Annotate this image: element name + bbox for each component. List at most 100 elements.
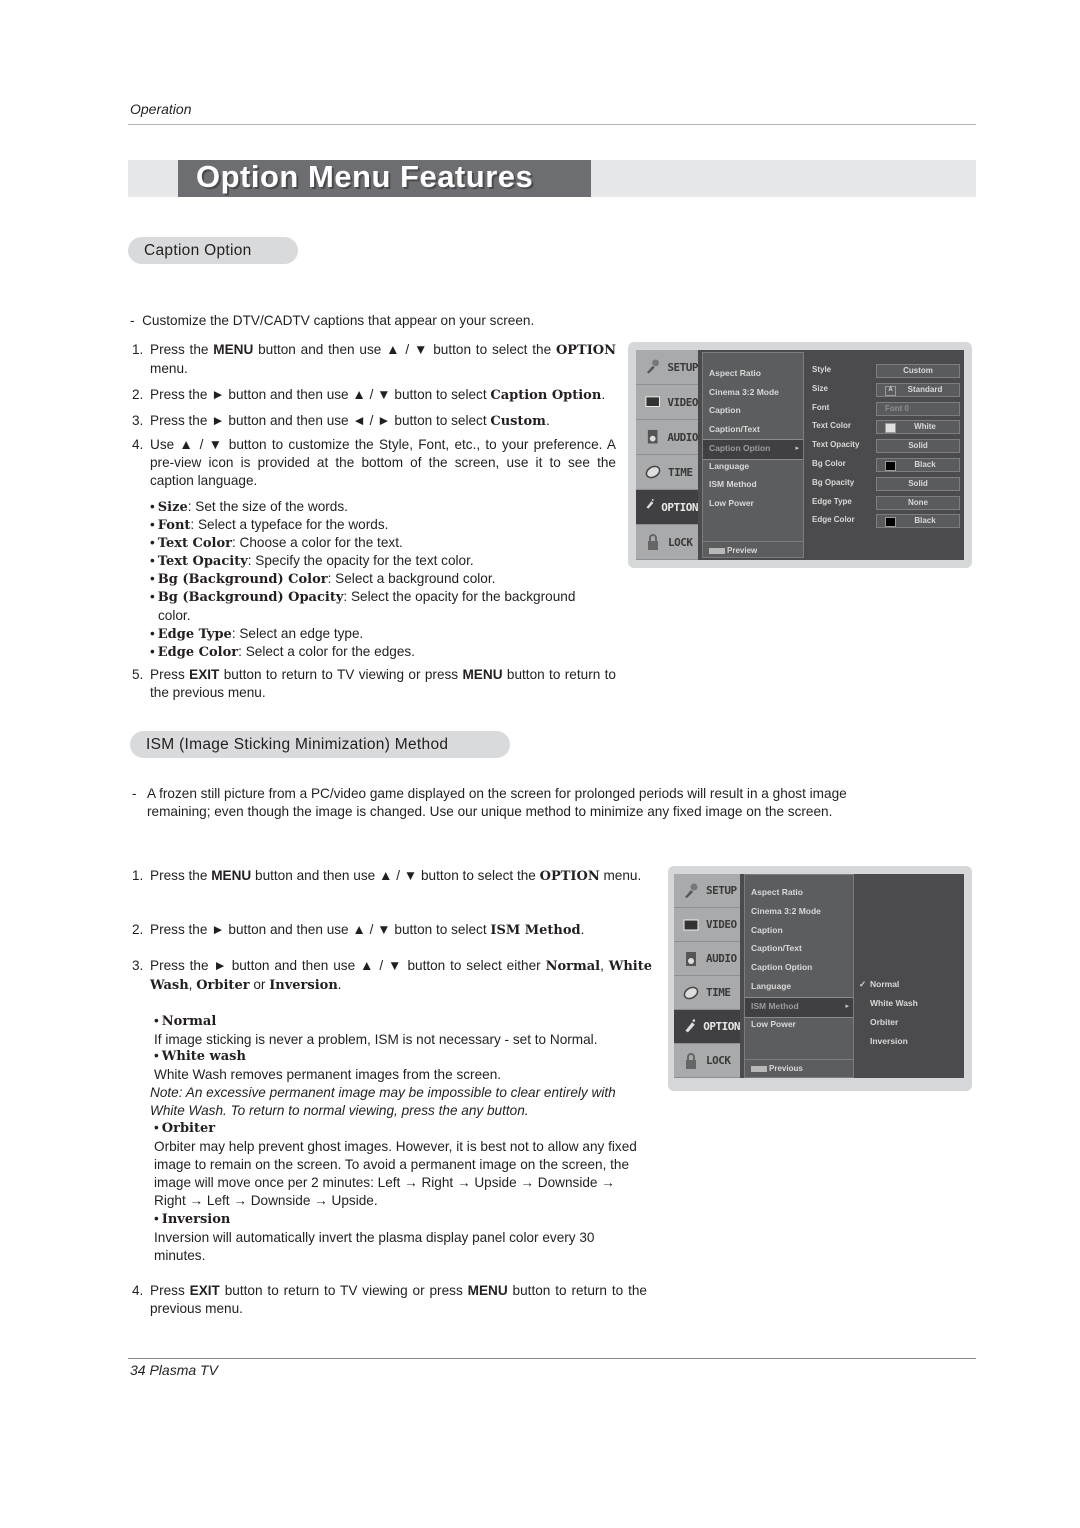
bullet-term: Font [157, 518, 191, 533]
step-text-part: button and then use ▲ / ▼ button to sele… [253, 342, 556, 357]
ism-intro-text: A frozen still picture from a PC/video g… [147, 786, 847, 819]
tv-sidebar-item-audio[interactable]: AUDIO [674, 942, 740, 976]
tv-ism-option[interactable]: Inversion [870, 1036, 908, 1046]
ism-mode-desc: White Wash removes permanent images from… [154, 1067, 502, 1082]
color-swatch [885, 461, 896, 471]
tv-preview-button[interactable]: Preview [703, 541, 803, 559]
tv-sidebar-item-time[interactable]: TIME [636, 455, 698, 490]
tv-setting-value[interactable]: Black [876, 514, 960, 529]
tv-caption-settings: Style Custom Size A Standard Font Font 0 Text C… [806, 350, 964, 560]
step-text: Press the ► button and then use ▲ / ▼ bu… [150, 957, 652, 995]
tv-menu-item[interactable]: Language [751, 981, 791, 991]
step-item: 4. Press EXIT button to return to TV view… [132, 1282, 647, 1318]
tv-sidebar-item-time[interactable]: TIME [674, 976, 740, 1010]
tv-setting-value[interactable]: Black [876, 458, 960, 472]
tv-ism-option[interactable]: White Wash [870, 998, 918, 1008]
tv-menu-item[interactable]: Cinema 3:2 Mode [709, 387, 779, 397]
bullet-item: • Bg (Background) Opacity: Select the opa… [150, 588, 608, 625]
tv-sidebar-label: LOCK [706, 1054, 731, 1067]
tv-menu-item[interactable]: ISM Method [709, 479, 757, 489]
tv-sidebar-item-video[interactable]: VIDEO [674, 908, 740, 942]
tv-menu-item[interactable]: Low Power [751, 1019, 796, 1029]
bullet-item: • Font: Select a typeface for the words. [150, 516, 600, 535]
tv-sidebar-item-audio[interactable]: AUDIO [636, 420, 698, 455]
tv-menu-item[interactable]: Caption [751, 925, 783, 935]
tv-sidebar-item-option[interactable]: OPTION [674, 1010, 740, 1044]
bullet-dot: • [150, 517, 155, 532]
step-text-part: . [337, 977, 342, 992]
tv-menu-item[interactable]: Low Power [709, 498, 754, 508]
step-text-part: menu. [150, 361, 188, 376]
tv-setting-label: Style [812, 365, 832, 374]
tv-setting-value[interactable]: Solid [876, 439, 960, 454]
tv-setting-label: Size [812, 383, 829, 393]
tv-sidebar-item-lock[interactable]: LOCK [636, 525, 698, 560]
tv-sidebar-item-setup[interactable]: SETUP [636, 350, 698, 385]
ism-mode-note: Note: An excessive permanent image may b… [150, 1085, 616, 1118]
ism-mode-term: • Normal [154, 1012, 649, 1031]
tv-ism-option[interactable]: Orbiter [870, 1017, 898, 1027]
step-text-part: Press the ► button and then use ▲ / ▼ bu… [150, 958, 546, 973]
step-item: 3. Press the ► button and then use ◄ / ► … [132, 412, 616, 431]
step-text: Press the ► button and then use ▲ / ▼ bu… [150, 921, 652, 940]
time-icon [682, 984, 700, 1002]
step-text: Use ▲ / ▼ button to customize the Style,… [150, 437, 616, 488]
tv-sidebar-item-option[interactable]: OPTION [636, 490, 698, 525]
tv-preview-label: Previous [769, 1064, 803, 1073]
bullet-desc: : Select a typeface for the words. [190, 517, 389, 532]
tv-menu-item-selected[interactable]: Caption Option ▸ [703, 439, 803, 460]
bullet-dot: • [150, 626, 155, 641]
step-text-part: Press the ► button and then use ▲ / ▼ bu… [150, 922, 491, 937]
caption-intro: - Customize the DTV/CADTV captions that … [130, 313, 535, 328]
tv-option-menu: Aspect Ratio Cinema 3:2 Mode Caption Captio… [702, 352, 804, 558]
bullet-desc: : Select a background color. [327, 571, 496, 586]
step-text-part: or [249, 977, 270, 992]
tv-menu-item[interactable]: Caption Option [751, 962, 812, 972]
tv-setting-value-text: Standard [907, 384, 943, 394]
step-text-part: Press the [150, 342, 214, 357]
step-number: 1. [132, 342, 144, 357]
ism-mode-item: • Orbiter Orbiter may help prevent ghost i… [154, 1119, 649, 1210]
header-divider [128, 124, 976, 125]
step-text: Press EXIT button to return to TV viewin… [150, 1282, 647, 1318]
bullet-dot: • [150, 499, 155, 514]
ism-mode-desc: Orbiter may help prevent ghost images. H… [154, 1139, 637, 1208]
tv-sidebar-item-video[interactable]: VIDEO [636, 385, 698, 420]
tv-setting-value[interactable]: A Standard [876, 382, 960, 397]
tv-setting-value[interactable]: White [876, 420, 960, 435]
bullet-dot: • [154, 1120, 159, 1135]
tv-setting-value[interactable]: None [876, 495, 960, 510]
tv-menu-item[interactable]: Language [709, 461, 749, 471]
ism-mode-desc: Inversion will automatically invert the … [154, 1230, 595, 1263]
tv-menu-item[interactable]: Aspect Ratio [751, 887, 803, 897]
tv-menu-item[interactable]: Caption/Text [709, 424, 760, 434]
step-text-part: . [545, 413, 550, 428]
tv-sidebar-item-setup[interactable]: SETUP [674, 874, 740, 908]
section-label: Operation [130, 101, 192, 117]
bullet-dot: • [154, 1013, 159, 1028]
step-text-part: . [601, 387, 606, 402]
tv-menu-item[interactable]: Caption [709, 405, 741, 415]
tv-option-menu: Aspect Ratio Cinema 3:2 Mode Caption Captio… [744, 874, 854, 1078]
bullet-dot: • [150, 644, 155, 659]
tv-preview-button[interactable]: Previous [745, 1059, 853, 1077]
tv-menu-item[interactable]: Cinema 3:2 Mode [751, 906, 821, 916]
step-text-part: Press the ► button and then use ◄ / ► bu… [150, 413, 491, 428]
tv-setting-value[interactable]: Solid [876, 476, 960, 491]
bullet-dot: • [154, 1048, 159, 1063]
tv-menu-item[interactable]: Caption/Text [751, 943, 802, 953]
ism-mode-name: Inversion [161, 1212, 231, 1227]
tv-menu-item[interactable]: Aspect Ratio [709, 368, 761, 378]
bullet-item: • Edge Color: Select a color for the edge… [150, 643, 600, 662]
tv-setting-value[interactable]: Custom [876, 364, 960, 378]
step-text-part: MENU [213, 342, 254, 357]
step-text-part: Press the ► button and then use ▲ / ▼ bu… [150, 387, 491, 402]
step-number: 3. [132, 413, 144, 428]
tv-menu-item-selected[interactable]: ISM Method ▸ [745, 996, 853, 1018]
tv-setting-label: Edge Color [812, 515, 855, 525]
color-swatch [885, 517, 896, 528]
bullet-item: • Text Opacity: Specify the opacity for t… [150, 552, 600, 571]
tv-sidebar-item-lock[interactable]: LOCK [674, 1044, 740, 1078]
tv-ism-option[interactable]: Normal [870, 979, 899, 989]
ism-mode-name: Normal [161, 1014, 217, 1029]
